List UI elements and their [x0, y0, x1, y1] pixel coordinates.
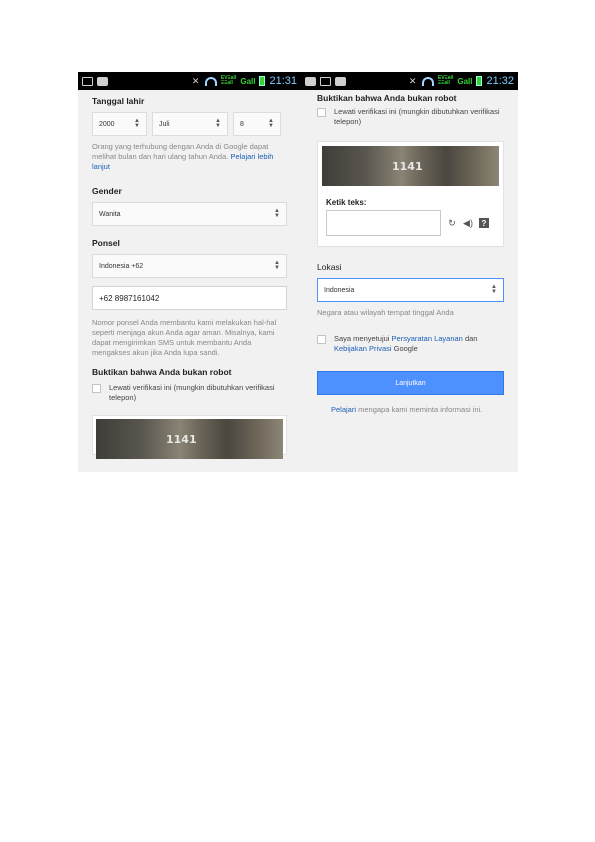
- clock: 21:31: [269, 75, 297, 87]
- privacy-link[interactable]: Kebijakan Privasi: [334, 344, 392, 353]
- help-icon[interactable]: ?: [479, 218, 489, 228]
- captcha-image: 1141: [322, 146, 499, 186]
- terms-label: Saya menyetujui Persyaratan Layanan dan …: [334, 334, 478, 353]
- select-arrows-icon: ▲ ▼: [215, 118, 221, 129]
- skip-verification-label: Lewati verifikasi ini (mungkin dibutuhka…: [334, 107, 500, 126]
- image-icon: [82, 76, 93, 86]
- mute-icon: ✕: [191, 76, 200, 86]
- gender-select[interactable]: Wanita ▲ ▼: [92, 202, 287, 226]
- signal-indicator: Gall: [240, 76, 256, 86]
- clock: 21:32: [486, 75, 514, 87]
- location-label: Lokasi: [317, 262, 342, 272]
- skip-verification-checkbox[interactable]: [317, 108, 326, 117]
- status-bar: ✕ EVΞall ΞΞall Gall 21:31: [78, 72, 301, 90]
- phone-screen-right: ✕ EVΞall ΞΞall Gall 21:32 Buktikan bahwa …: [301, 72, 518, 472]
- chat-icon: [97, 76, 108, 86]
- chat-icon: [305, 76, 316, 86]
- birth-year-select[interactable]: 2000 ▲ ▼: [92, 112, 147, 136]
- image-icon: [320, 76, 331, 86]
- country-code-select[interactable]: Indonesia +62 ▲ ▼: [92, 254, 287, 278]
- phone-label: Ponsel: [92, 238, 120, 248]
- select-arrows-icon: ▲ ▼: [491, 284, 497, 295]
- captcha-image: 1141: [96, 419, 283, 459]
- captcha-box: 1141: [92, 415, 287, 459]
- learn-why-text: Pelajari mengapa kami meminta informasi …: [331, 405, 483, 414]
- captcha-prompt: Ketik teks:: [326, 198, 367, 207]
- robot-label: Buktikan bahwa Anda bukan robot: [317, 93, 457, 103]
- birthdate-help: Orang yang terhubung dengan Anda di Goog…: [92, 142, 274, 171]
- status-bar: ✕ EVΞall ΞΞall Gall 21:32: [301, 72, 518, 90]
- location-help: Negara atau wilayah tempat tinggal Anda: [317, 308, 454, 317]
- phone-help: Nomor ponsel Anda membantu kami melakuka…: [92, 318, 277, 357]
- audio-icon[interactable]: ◀): [463, 218, 473, 228]
- captcha-input[interactable]: [326, 210, 441, 236]
- birth-day-select[interactable]: 8 ▲ ▼: [233, 112, 281, 136]
- wifi-icon: [204, 76, 217, 86]
- continue-button[interactable]: Lanjutkan: [317, 371, 504, 395]
- battery-icon: [259, 76, 266, 86]
- learn-why-link[interactable]: Pelajari: [331, 405, 356, 414]
- wifi-icon: [421, 76, 434, 86]
- select-arrows-icon: ▲ ▼: [268, 118, 274, 129]
- network-indicator: EVΞall ΞΞall: [437, 75, 454, 86]
- phone-input[interactable]: +62 8987161042: [92, 286, 287, 310]
- select-arrows-icon: ▲ ▼: [134, 118, 140, 129]
- birthdate-label: Tanggal lahir: [92, 96, 145, 106]
- terms-checkbox[interactable]: [317, 335, 326, 344]
- phone-screen-left: ✕ EVΞall ΞΞall Gall 21:31 Tanggal lahir 2…: [78, 72, 301, 472]
- select-arrows-icon: ▲ ▼: [274, 208, 280, 219]
- mute-icon: ✕: [408, 76, 417, 86]
- chat-icon: [335, 76, 346, 86]
- battery-icon: [476, 76, 483, 86]
- location-select[interactable]: Indonesia ▲ ▼: [317, 278, 504, 302]
- skip-verification-label: Lewati verifikasi ini (mungkin dibutuhka…: [109, 383, 275, 402]
- birth-month-select[interactable]: Juli ▲ ▼: [152, 112, 228, 136]
- robot-label: Buktikan bahwa Anda bukan robot: [92, 367, 232, 377]
- network-indicator: EVΞall ΞΞall: [220, 75, 237, 86]
- gender-label: Gender: [92, 186, 122, 196]
- select-arrows-icon: ▲ ▼: [274, 260, 280, 271]
- skip-verification-checkbox[interactable]: [92, 384, 101, 393]
- terms-link[interactable]: Persyaratan Layanan: [392, 334, 463, 343]
- refresh-icon[interactable]: ↻: [447, 218, 457, 228]
- signal-indicator: Gall: [457, 76, 473, 86]
- captcha-box: 1141 Ketik teks: ↻ ◀) ?: [317, 141, 504, 247]
